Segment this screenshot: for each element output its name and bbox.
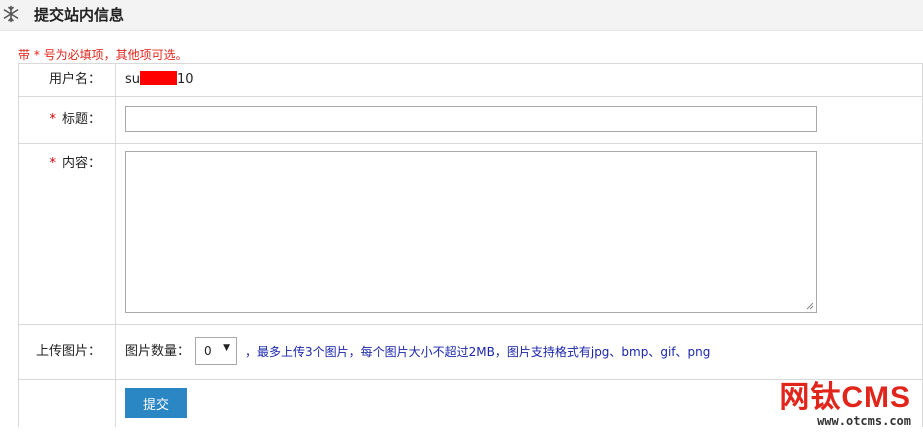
username-row: 用户名： su 10 [19,64,922,97]
image-count-value: 0 [204,344,212,358]
watermark-url: www.otcms.com [817,414,911,428]
watermark-logo: 网钛CMS www.otcms.com [779,372,911,428]
page-header: 提交站内信息 [0,0,923,31]
image-count-select[interactable]: 0 ▼ [195,337,237,365]
username-prefix: su [125,72,141,87]
title-input[interactable] [125,106,817,132]
resize-grip-icon[interactable] [806,302,814,310]
upload-hint: ，最多上传3个图片，每个图片大小不超过2MB，图片支持格式有jpg、bmp、gi… [245,345,711,359]
username-label: 用户名： [19,64,116,96]
content-label: * 内容： [19,144,116,324]
submit-label-cell [19,380,116,427]
required-mark: * [49,112,56,127]
content-label-text: 内容： [61,156,101,171]
snowflake-icon [3,5,19,23]
dropdown-arrow-icon: ▼ [223,343,230,353]
username-value: su 10 [125,64,194,96]
page-title: 提交站内信息 [34,6,125,24]
content-textarea[interactable] [125,151,817,313]
required-mark: * [49,156,56,171]
required-notice: 带 * 号为必填项，其他项可选。 [18,48,188,62]
title-label: * 标题： [19,97,116,143]
submit-button[interactable]: 提交 [125,388,187,418]
username-suffix: 10 [177,72,194,87]
redaction-block [140,71,178,85]
upload-label: 上传图片： [19,325,116,379]
title-row: * 标题： [19,97,922,144]
image-count-label: 图片数量： [125,344,191,359]
content-row: * 内容： [19,144,922,325]
watermark-brand: 网钛CMS [779,381,911,414]
title-label-text: 标题： [61,112,101,127]
